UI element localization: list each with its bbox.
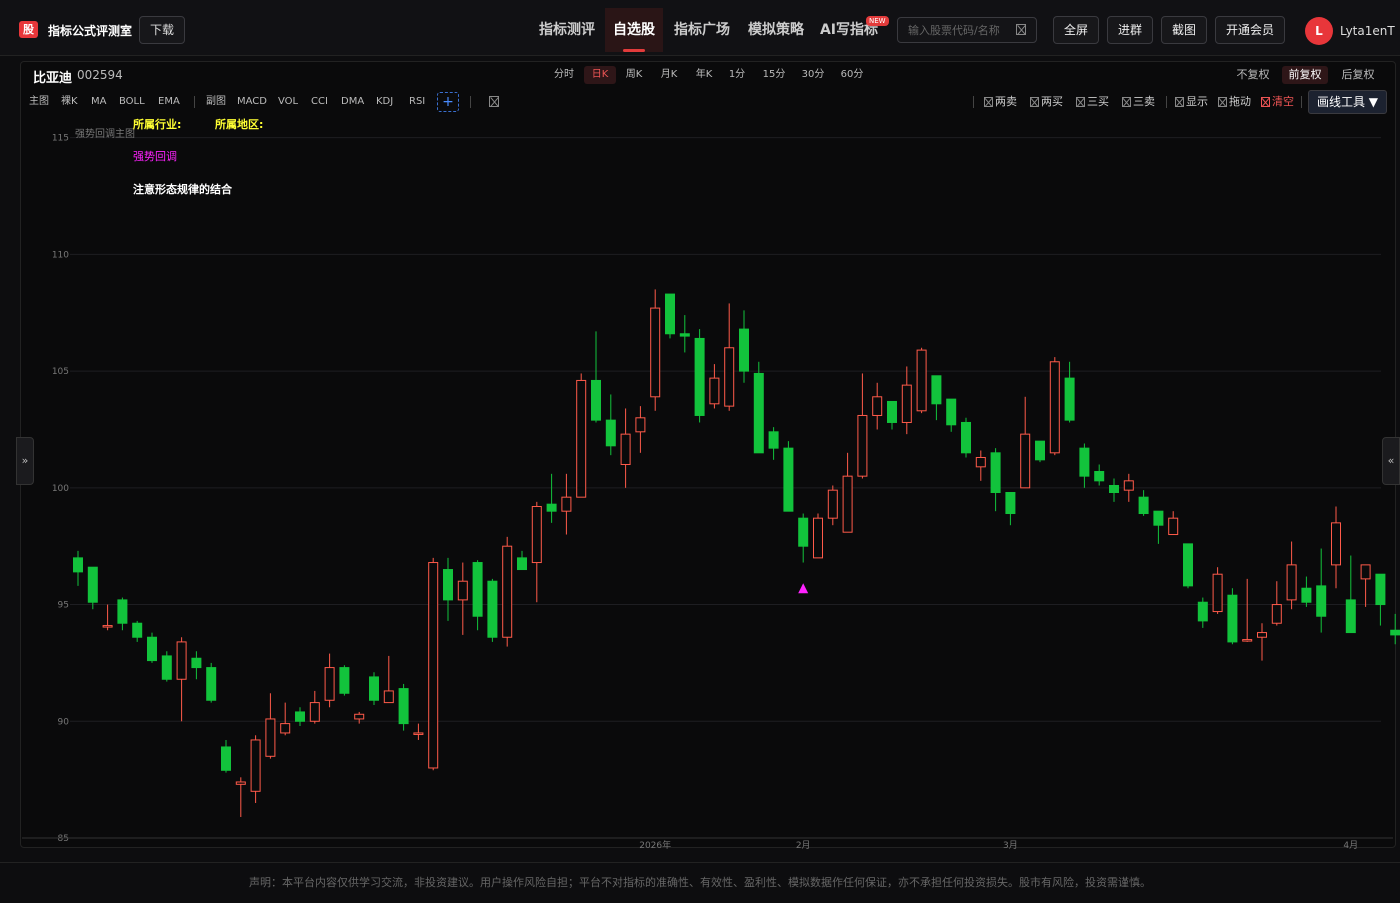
period-yearly[interactable]: 年K xyxy=(689,66,719,84)
main-chart-label: 主图 xyxy=(29,96,49,107)
checkbox-icon xyxy=(984,97,993,107)
draw-tool-label: 画线工具 xyxy=(1316,95,1365,109)
fullscreen-button[interactable]: 全屏 xyxy=(1053,16,1099,44)
close-indicator-icon[interactable] xyxy=(489,96,499,107)
indicator-cci[interactable]: CCI xyxy=(311,95,328,109)
add-indicator-button[interactable]: + xyxy=(437,92,459,112)
nav-watchlist[interactable]: 自选股 xyxy=(605,8,663,52)
checkbox-icon xyxy=(1175,97,1184,107)
period-30min[interactable]: 30分 xyxy=(797,66,829,84)
indicator-kdj[interactable]: KDJ xyxy=(376,95,393,109)
adjust-none[interactable]: 不复权 xyxy=(1232,66,1274,84)
adjust-backward[interactable]: 后复权 xyxy=(1337,66,1379,84)
avatar[interactable]: L xyxy=(1305,17,1333,45)
tool-two-buy[interactable]: 两买 xyxy=(1030,95,1063,109)
divider xyxy=(1301,96,1302,108)
sub-chart-label: 副图 xyxy=(206,96,226,107)
tool-three-sell[interactable]: 三卖 xyxy=(1122,95,1155,109)
tool-drag[interactable]: 拖动 xyxy=(1218,95,1251,109)
tool-clear[interactable]: 清空 xyxy=(1261,95,1294,109)
expand-left-button[interactable]: » xyxy=(16,437,34,485)
screenshot-button[interactable]: 截图 xyxy=(1161,16,1207,44)
expand-right-button[interactable]: « xyxy=(1382,437,1400,485)
download-button[interactable]: 下载 xyxy=(139,16,185,44)
checkbox-icon xyxy=(1218,97,1227,107)
brand-title: 指标公式评测室 xyxy=(48,24,133,38)
tool-three-buy[interactable]: 三买 xyxy=(1076,95,1109,109)
checkbox-icon xyxy=(1122,97,1131,107)
tool-label: 拖动 xyxy=(1229,95,1251,108)
caret-down-icon: ▼ xyxy=(1368,95,1379,109)
tool-label: 显示 xyxy=(1186,95,1208,108)
search-box xyxy=(897,17,1037,43)
top-bar: 股 指标公式评测室 下载 指标测评 自选股 指标广场 模拟策略 AI写指标 NE… xyxy=(0,0,1400,56)
nav-indicator-square[interactable]: 指标广场 xyxy=(668,8,736,52)
tool-two-sell[interactable]: 两卖 xyxy=(984,95,1017,109)
tool-show[interactable]: 显示 xyxy=(1175,95,1208,109)
indicator-macd[interactable]: MACD xyxy=(237,95,267,109)
indicator-vol[interactable]: VOL xyxy=(278,95,298,109)
tool-label: 两卖 xyxy=(995,95,1017,108)
tool-label: 三卖 xyxy=(1133,95,1155,108)
stock-code: 002594 xyxy=(77,68,123,82)
join-group-button[interactable]: 进群 xyxy=(1107,16,1153,44)
logo-icon: 股 xyxy=(19,21,38,38)
stock-name: 比亚迪 xyxy=(33,71,73,86)
adjust-forward[interactable]: 前复权 xyxy=(1282,66,1328,84)
period-monthly[interactable]: 月K xyxy=(654,66,684,84)
period-15min[interactable]: 15分 xyxy=(758,66,790,84)
disclaimer: 声明：本平台内容仅供学习交流，非投资建议。用户操作风险自担；平台不对指标的准确性… xyxy=(0,862,1400,900)
indicator-boll[interactable]: BOLL xyxy=(119,95,145,109)
indicator-ma[interactable]: MA xyxy=(91,95,106,109)
draw-tool-dropdown[interactable]: 画线工具 ▼ xyxy=(1308,90,1387,114)
search-input[interactable] xyxy=(898,18,1008,42)
divider xyxy=(194,96,195,108)
indicator-naked-k[interactable]: 裸K xyxy=(61,95,78,109)
tool-label: 两买 xyxy=(1041,95,1063,108)
clear-icon xyxy=(1261,97,1270,107)
checkbox-icon xyxy=(1076,97,1085,107)
indicator-ema[interactable]: EMA xyxy=(158,95,180,109)
period-1min[interactable]: 1分 xyxy=(724,66,750,84)
indicator-rsi[interactable]: RSI xyxy=(409,95,425,109)
checkbox-icon xyxy=(1030,97,1039,107)
period-weekly[interactable]: 周K xyxy=(619,66,649,84)
tool-label: 三买 xyxy=(1087,95,1109,108)
divider xyxy=(973,96,974,108)
nav-indicator-review[interactable]: 指标测评 xyxy=(533,8,601,52)
chart-panel xyxy=(20,61,1396,848)
new-badge: NEW xyxy=(866,16,889,26)
membership-button[interactable]: 开通会员 xyxy=(1215,16,1285,44)
nav-ai-indicator[interactable]: AI写指标 xyxy=(817,8,881,52)
divider xyxy=(1166,96,1167,108)
tool-label: 清空 xyxy=(1272,95,1294,108)
search-clear-icon[interactable] xyxy=(1016,24,1026,35)
divider xyxy=(470,96,471,108)
period-daily[interactable]: 日K xyxy=(584,66,616,84)
period-60min[interactable]: 60分 xyxy=(836,66,868,84)
nav-sim-strategy[interactable]: 模拟策略 xyxy=(742,8,810,52)
indicator-dma[interactable]: DMA xyxy=(341,95,364,109)
period-intraday[interactable]: 分时 xyxy=(548,66,580,84)
username[interactable]: Lyta1enT xyxy=(1340,24,1395,38)
